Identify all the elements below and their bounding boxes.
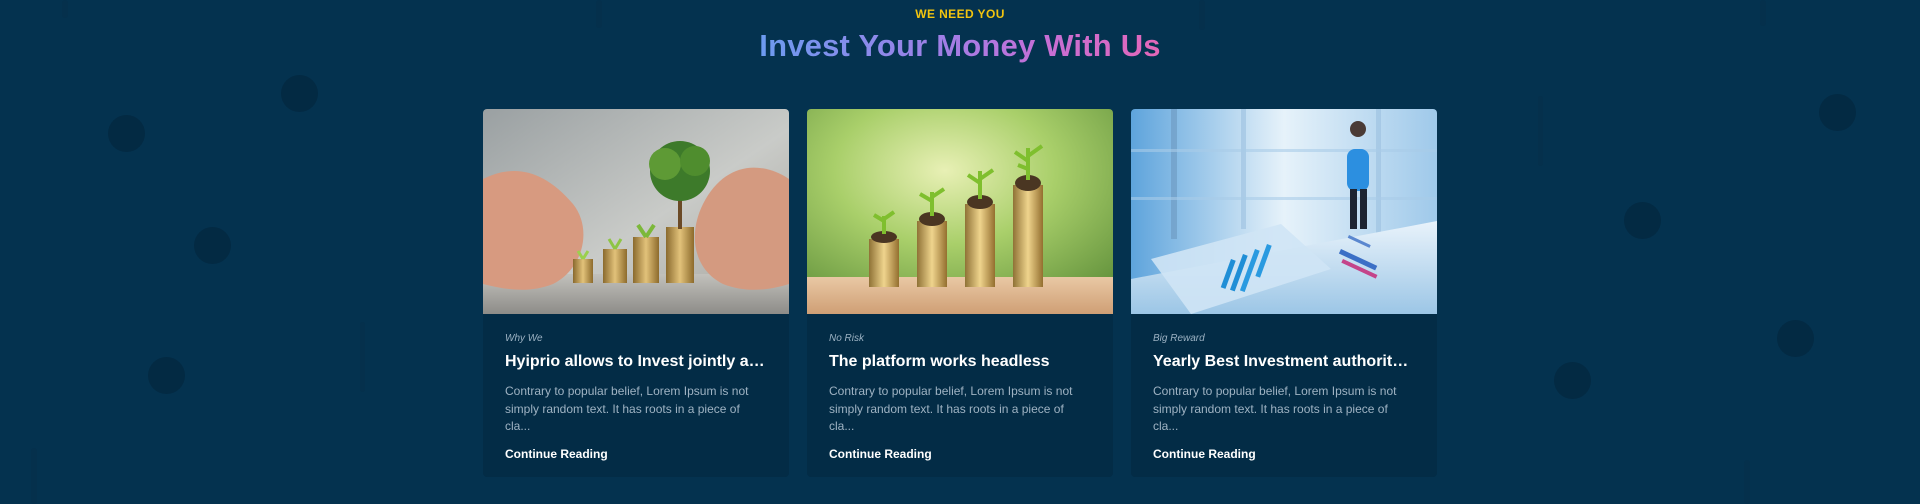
- article-card[interactable]: Big Reward Yearly Best Investment author…: [1131, 109, 1437, 477]
- article-title[interactable]: The platform works headless: [829, 353, 1091, 375]
- background-dot: [148, 357, 185, 394]
- article-excerpt: Contrary to popular belief, Lorem Ipsum …: [1153, 384, 1397, 433]
- background-dot: [1624, 202, 1661, 239]
- article-title[interactable]: Yearly Best Investment authority ...: [1153, 353, 1415, 375]
- article-excerpt: Contrary to popular belief, Lorem Ipsum …: [505, 384, 749, 433]
- businessman-charts-illustration: [1131, 109, 1437, 314]
- continue-reading-link[interactable]: Continue Reading: [505, 447, 608, 461]
- article-title[interactable]: Hyiprio allows to Invest jointly all t..…: [505, 353, 767, 375]
- article-card[interactable]: No Risk The platform works headless Cont…: [807, 109, 1113, 477]
- background-line: [1744, 460, 1750, 504]
- article-cards: Why We Hyiprio allows to Invest jointly …: [483, 109, 1438, 477]
- background-dot: [281, 75, 318, 112]
- background-dot: [1777, 320, 1814, 357]
- coin-seedlings-image[interactable]: [807, 109, 1113, 314]
- background-line: [31, 448, 37, 504]
- background-line: [360, 322, 365, 392]
- hands-coin-tree-image[interactable]: [483, 109, 789, 314]
- article-excerpt: Contrary to popular belief, Lorem Ipsum …: [829, 384, 1073, 433]
- hands-coin-tree-illustration: [483, 109, 789, 314]
- continue-reading-link[interactable]: Continue Reading: [829, 447, 932, 461]
- section-title: Invest Your Money With Us: [0, 28, 1920, 64]
- background-dot: [1554, 362, 1591, 399]
- article-category: No Risk: [829, 333, 865, 344]
- continue-reading-link[interactable]: Continue Reading: [1153, 447, 1256, 461]
- article-category: Big Reward: [1153, 333, 1205, 344]
- section-eyebrow: WE NEED YOU: [915, 7, 1005, 21]
- background-line: [1538, 96, 1543, 166]
- section-title-text: Invest Your Money With Us: [759, 28, 1161, 63]
- article-category: Why We: [505, 333, 543, 344]
- background-dot: [108, 115, 145, 152]
- background-dot: [1819, 94, 1856, 131]
- article-card[interactable]: Why We Hyiprio allows to Invest jointly …: [483, 109, 789, 477]
- background-dot: [194, 227, 231, 264]
- coin-seedlings-illustration: [807, 109, 1113, 314]
- businessman-charts-image[interactable]: [1131, 109, 1437, 314]
- invest-section: WE NEED YOU Invest Your Money With Us Wh…: [0, 0, 1920, 504]
